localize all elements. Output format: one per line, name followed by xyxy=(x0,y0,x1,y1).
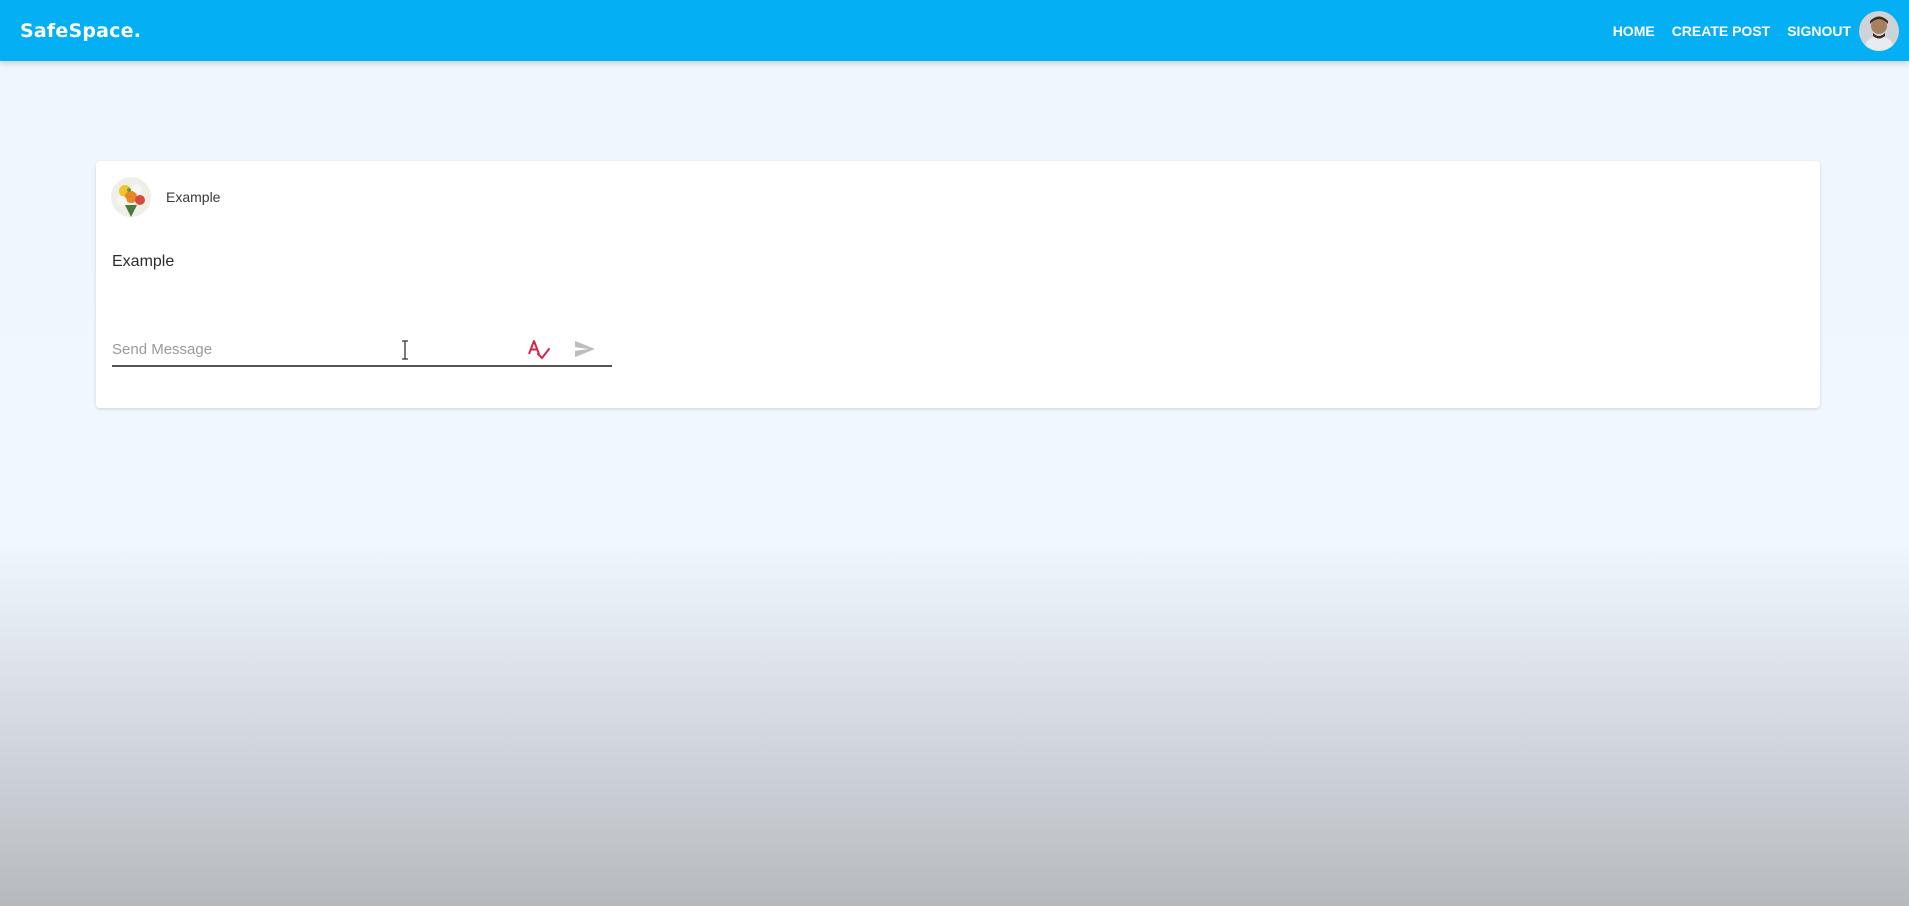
user-avatar[interactable] xyxy=(1859,10,1899,51)
nav-link-signout[interactable]: SIGNOUT xyxy=(1787,23,1851,39)
post-content: Example xyxy=(112,253,175,270)
post-header: Example xyxy=(111,177,220,217)
text-cursor-icon xyxy=(402,340,408,360)
post-author-name: Example xyxy=(166,189,221,205)
brand-logo[interactable]: SafeSpace. xyxy=(20,20,141,42)
nav-link-home[interactable]: HOME xyxy=(1613,23,1655,39)
message-row xyxy=(112,335,612,367)
spellcheck-icon[interactable] xyxy=(526,337,550,361)
post-author-avatar xyxy=(111,177,151,217)
send-icon[interactable] xyxy=(574,339,596,359)
navbar: SafeSpace. HOME CREATE POST SIGNOUT xyxy=(0,0,1909,61)
send-message-input[interactable] xyxy=(112,335,512,363)
nav-links: HOME CREATE POST SIGNOUT xyxy=(1596,10,1899,51)
nav-link-create-post[interactable]: CREATE POST xyxy=(1672,23,1771,39)
post-card: Example Example xyxy=(96,161,1820,408)
